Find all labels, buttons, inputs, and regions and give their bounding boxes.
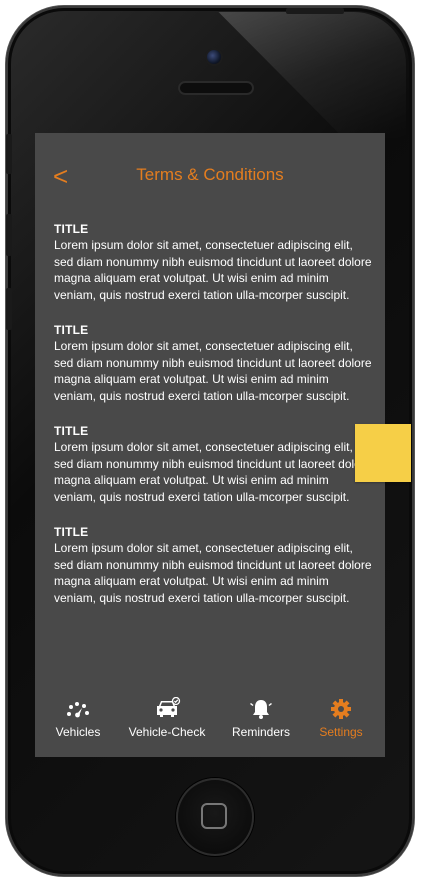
terms-section: TITLE Lorem ipsum dolor sit amet, consec… <box>54 423 374 505</box>
section-heading: TITLE <box>54 424 89 438</box>
terms-section: TITLE Lorem ipsum dolor sit amet, consec… <box>54 322 374 404</box>
section-body: Lorem ipsum dolor sit amet, consectetuer… <box>54 541 372 605</box>
tab-vehicles[interactable]: Vehicles <box>43 691 113 757</box>
tab-label: Vehicles <box>55 725 101 739</box>
speedometer-icon <box>67 702 89 718</box>
page-title: Terms & Conditions <box>136 165 284 184</box>
nav-header: < Terms & Conditions <box>35 133 385 217</box>
tab-bar: Vehicles Vehicle-Check Reminders Setting… <box>35 691 385 757</box>
tab-label: Settings <box>319 725 363 739</box>
earpiece-speaker <box>178 81 254 95</box>
section-heading: TITLE <box>54 323 89 337</box>
section-heading: TITLE <box>54 222 89 236</box>
home-button-icon <box>201 803 227 829</box>
volume-up-button <box>6 214 12 256</box>
volume-down-button <box>6 288 12 330</box>
terms-content: TITLE Lorem ipsum dolor sit amet, consec… <box>54 221 374 625</box>
section-body: Lorem ipsum dolor sit amet, consectetuer… <box>54 440 372 504</box>
tab-label: Reminders <box>231 725 291 739</box>
sticky-note <box>355 424 411 482</box>
gear-icon <box>331 699 351 719</box>
front-camera <box>207 50 221 64</box>
tab-reminders[interactable]: Reminders <box>225 691 297 757</box>
car-check-icon <box>157 697 181 717</box>
terms-section: TITLE Lorem ipsum dolor sit amet, consec… <box>54 221 374 303</box>
tab-settings[interactable]: Settings <box>307 691 375 757</box>
bell-icon <box>250 700 272 719</box>
mute-switch <box>6 134 12 174</box>
power-button <box>286 8 344 14</box>
terms-section: TITLE Lorem ipsum dolor sit amet, consec… <box>54 524 374 606</box>
home-button[interactable] <box>176 778 254 856</box>
app-screen: < Terms & Conditions TITLE Lorem ipsum d… <box>35 133 385 757</box>
section-heading: TITLE <box>54 525 89 539</box>
tab-vehicle-check[interactable]: Vehicle-Check <box>119 691 215 757</box>
screen-glare <box>218 12 406 138</box>
section-body: Lorem ipsum dolor sit amet, consectetuer… <box>54 339 372 403</box>
tab-label: Vehicle-Check <box>128 725 206 739</box>
section-body: Lorem ipsum dolor sit amet, consectetuer… <box>54 238 372 302</box>
